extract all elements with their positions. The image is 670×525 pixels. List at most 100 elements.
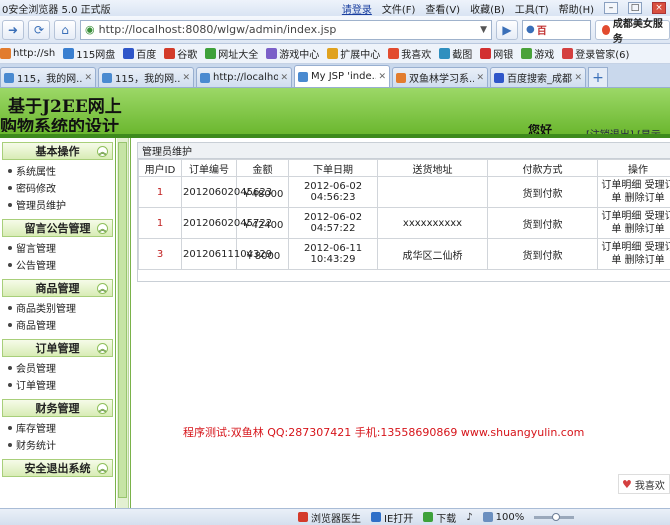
sidebar-item-password[interactable]: 密码修改: [8, 179, 115, 196]
col-payment: 付款方式: [487, 159, 598, 177]
chevron-up-icon[interactable]: ︽: [97, 146, 108, 157]
tab-1[interactable]: 115，我的网... ✕: [0, 67, 96, 87]
close-button[interactable]: ×: [652, 2, 666, 14]
scrollbar-thumb[interactable]: [118, 142, 127, 498]
tab-5[interactable]: 双鱼林学习系... ✕: [392, 67, 488, 87]
cell-actions[interactable]: 订单明细 受理订单 删除订单: [597, 238, 670, 270]
bookmark-item[interactable]: 游戏中心: [266, 46, 319, 61]
tab-2[interactable]: 115，我的网... ✕: [98, 67, 194, 87]
cell-actions[interactable]: 订单明细 受理订单 删除订单: [597, 207, 670, 239]
sidebar-section-messages[interactable]: 留言公告管理 ︽: [2, 219, 113, 237]
tab-4-active[interactable]: My JSP 'inde... ✕: [294, 65, 390, 87]
tab-3[interactable]: http://localho...✕: [196, 67, 292, 87]
bookmark-item[interactable]: 扩展中心: [327, 46, 380, 61]
close-icon[interactable]: ✕: [182, 73, 190, 83]
bookmark-item[interactable]: 网银: [480, 46, 513, 61]
greeting-links[interactable]: [注销退出] [显示主页]: [586, 126, 670, 134]
chevron-up-icon[interactable]: ︽: [97, 223, 108, 234]
home-icon[interactable]: ⌂: [54, 19, 76, 40]
zoom-level[interactable]: 100%: [482, 512, 524, 523]
bookmark-icon: [123, 48, 135, 59]
menu-file[interactable]: 文件(F): [382, 1, 416, 16]
sidebar-item-goods[interactable]: 商品管理: [8, 316, 115, 333]
chevron-up-icon[interactable]: ︽: [97, 463, 108, 474]
sidebar-section-finance[interactable]: 财务管理 ︽: [2, 399, 113, 417]
download[interactable]: 下载: [423, 510, 456, 525]
chevron-up-icon[interactable]: ︽: [97, 403, 108, 414]
maximize-button[interactable]: □: [628, 2, 642, 14]
download-icon: [423, 512, 434, 522]
sidebar-item-goods-category[interactable]: 商品类别管理: [8, 299, 115, 316]
sidebar-section-logout[interactable]: 安全退出系统 ︽: [2, 459, 113, 477]
chevron-up-icon[interactable]: ︽: [97, 283, 108, 294]
sidebar-item-orders[interactable]: 订单管理: [8, 376, 115, 393]
chevron-up-icon[interactable]: ︽: [97, 343, 108, 354]
login-link[interactable]: 请登录: [342, 1, 372, 16]
sidebar-item-members[interactable]: 会员管理: [8, 359, 115, 376]
tab-6[interactable]: 百度搜索_成都...✕: [490, 67, 586, 87]
table-row: 1 20120602045722 ￥42400 2012-06-02 04:57…: [138, 207, 670, 239]
sidebar-item-messages[interactable]: 留言管理: [8, 239, 115, 256]
heart-icon: [388, 48, 400, 59]
browser-doctor[interactable]: 浏览器医生: [298, 510, 361, 525]
close-icon[interactable]: ✕: [280, 73, 288, 83]
main-area: 管理员维护 用户ID 订单编号 金额 下单日期 送货地址 付款方式 操作 1 2…: [130, 138, 670, 508]
refresh-icon[interactable]: ⟳: [28, 19, 50, 40]
sidebar-scrollbar[interactable]: [117, 138, 129, 508]
bullet-icon: [8, 365, 12, 370]
search-box[interactable]: ● 百: [522, 19, 591, 40]
bookmark-item[interactable]: 网址大全: [205, 46, 258, 61]
zoom-slider[interactable]: [534, 512, 575, 521]
ie-open[interactable]: IE打开: [371, 510, 413, 525]
sidebar-item-system-props[interactable]: 系统属性: [8, 162, 115, 179]
bullet-icon: [8, 168, 12, 173]
promo-link[interactable]: 成都美女服务: [594, 19, 670, 45]
sidebar: 基本操作 ︽ 系统属性 密码修改 管理员维护 留言公告管理 ︽ 留言管理 公告管理 …: [0, 138, 116, 508]
menu-view[interactable]: 查看(V): [425, 1, 460, 16]
close-icon[interactable]: ✕: [476, 73, 484, 83]
cell-actions[interactable]: 订单明细 受理订单 删除订单: [597, 176, 670, 208]
go-button[interactable]: ▶: [496, 19, 518, 40]
like-widget[interactable]: ♥ 我喜欢: [618, 474, 670, 494]
close-icon[interactable]: ✕: [84, 73, 92, 83]
cell-payment: 货到付款: [487, 238, 598, 270]
bookmark-item[interactable]: 谷歌: [164, 46, 197, 61]
sidebar-item-finance-stats[interactable]: 财务统计: [8, 436, 115, 453]
cell-address: xxxxxxxxxx: [377, 207, 488, 239]
sidebar-item-notices[interactable]: 公告管理: [8, 256, 115, 273]
close-icon[interactable]: ✕: [574, 73, 582, 83]
menu-favorites[interactable]: 收藏(B): [470, 1, 505, 16]
address-bar[interactable]: ◉ http://localhost:8080/wlgw/admin/index…: [80, 19, 492, 40]
bookmark-icon: [205, 48, 217, 59]
bookmark-item[interactable]: 我喜欢: [388, 46, 431, 61]
bullet-icon: [8, 245, 12, 250]
forward-arrow-icon[interactable]: ➜: [2, 19, 24, 40]
address-text: http://localhost:8080/wlgw/admin/index.j…: [98, 23, 337, 36]
menu-tools[interactable]: 工具(T): [515, 1, 549, 16]
globe-icon: ◉: [85, 23, 95, 36]
banner-title-line1: 基于J2EE网上: [8, 97, 122, 117]
speaker-icon[interactable]: ♪: [466, 512, 472, 523]
menu-help[interactable]: 帮助(H): [559, 1, 594, 16]
zoom-slider-knob[interactable]: [552, 512, 561, 521]
chevron-down-icon[interactable]: ▼: [480, 25, 487, 35]
bookmark-item[interactable]: 百度: [123, 46, 156, 61]
new-tab-button[interactable]: +: [588, 67, 608, 87]
sidebar-item-stock[interactable]: 库存管理: [8, 419, 115, 436]
greeting: 您好: [528, 124, 553, 134]
bookmark-item[interactable]: http://sh: [0, 48, 55, 59]
sidebar-section-orders[interactable]: 订单管理 ︽: [2, 339, 113, 357]
status-bar: 浏览器医生 IE打开 下载 ♪ 100%: [0, 508, 670, 525]
bookmark-item[interactable]: 登录管家(6): [562, 46, 629, 61]
cell-order-no: 20120602045623: [181, 176, 272, 208]
sidebar-item-admin[interactable]: 管理员维护: [8, 196, 115, 213]
close-icon[interactable]: ✕: [378, 72, 386, 82]
bookmark-item[interactable]: 截图: [439, 46, 472, 61]
bookmark-item[interactable]: 115网盘: [63, 46, 115, 61]
sidebar-section-goods[interactable]: 商品管理 ︽: [2, 279, 113, 297]
bookmark-item[interactable]: 游戏: [521, 46, 554, 61]
minimize-button[interactable]: –: [604, 2, 618, 14]
sidebar-section-basic[interactable]: 基本操作 ︽: [2, 142, 113, 160]
bookmark-icon: [521, 48, 533, 59]
table-row: 1 20120602045623 ￥48000 2012-06-02 04:56…: [138, 176, 670, 208]
